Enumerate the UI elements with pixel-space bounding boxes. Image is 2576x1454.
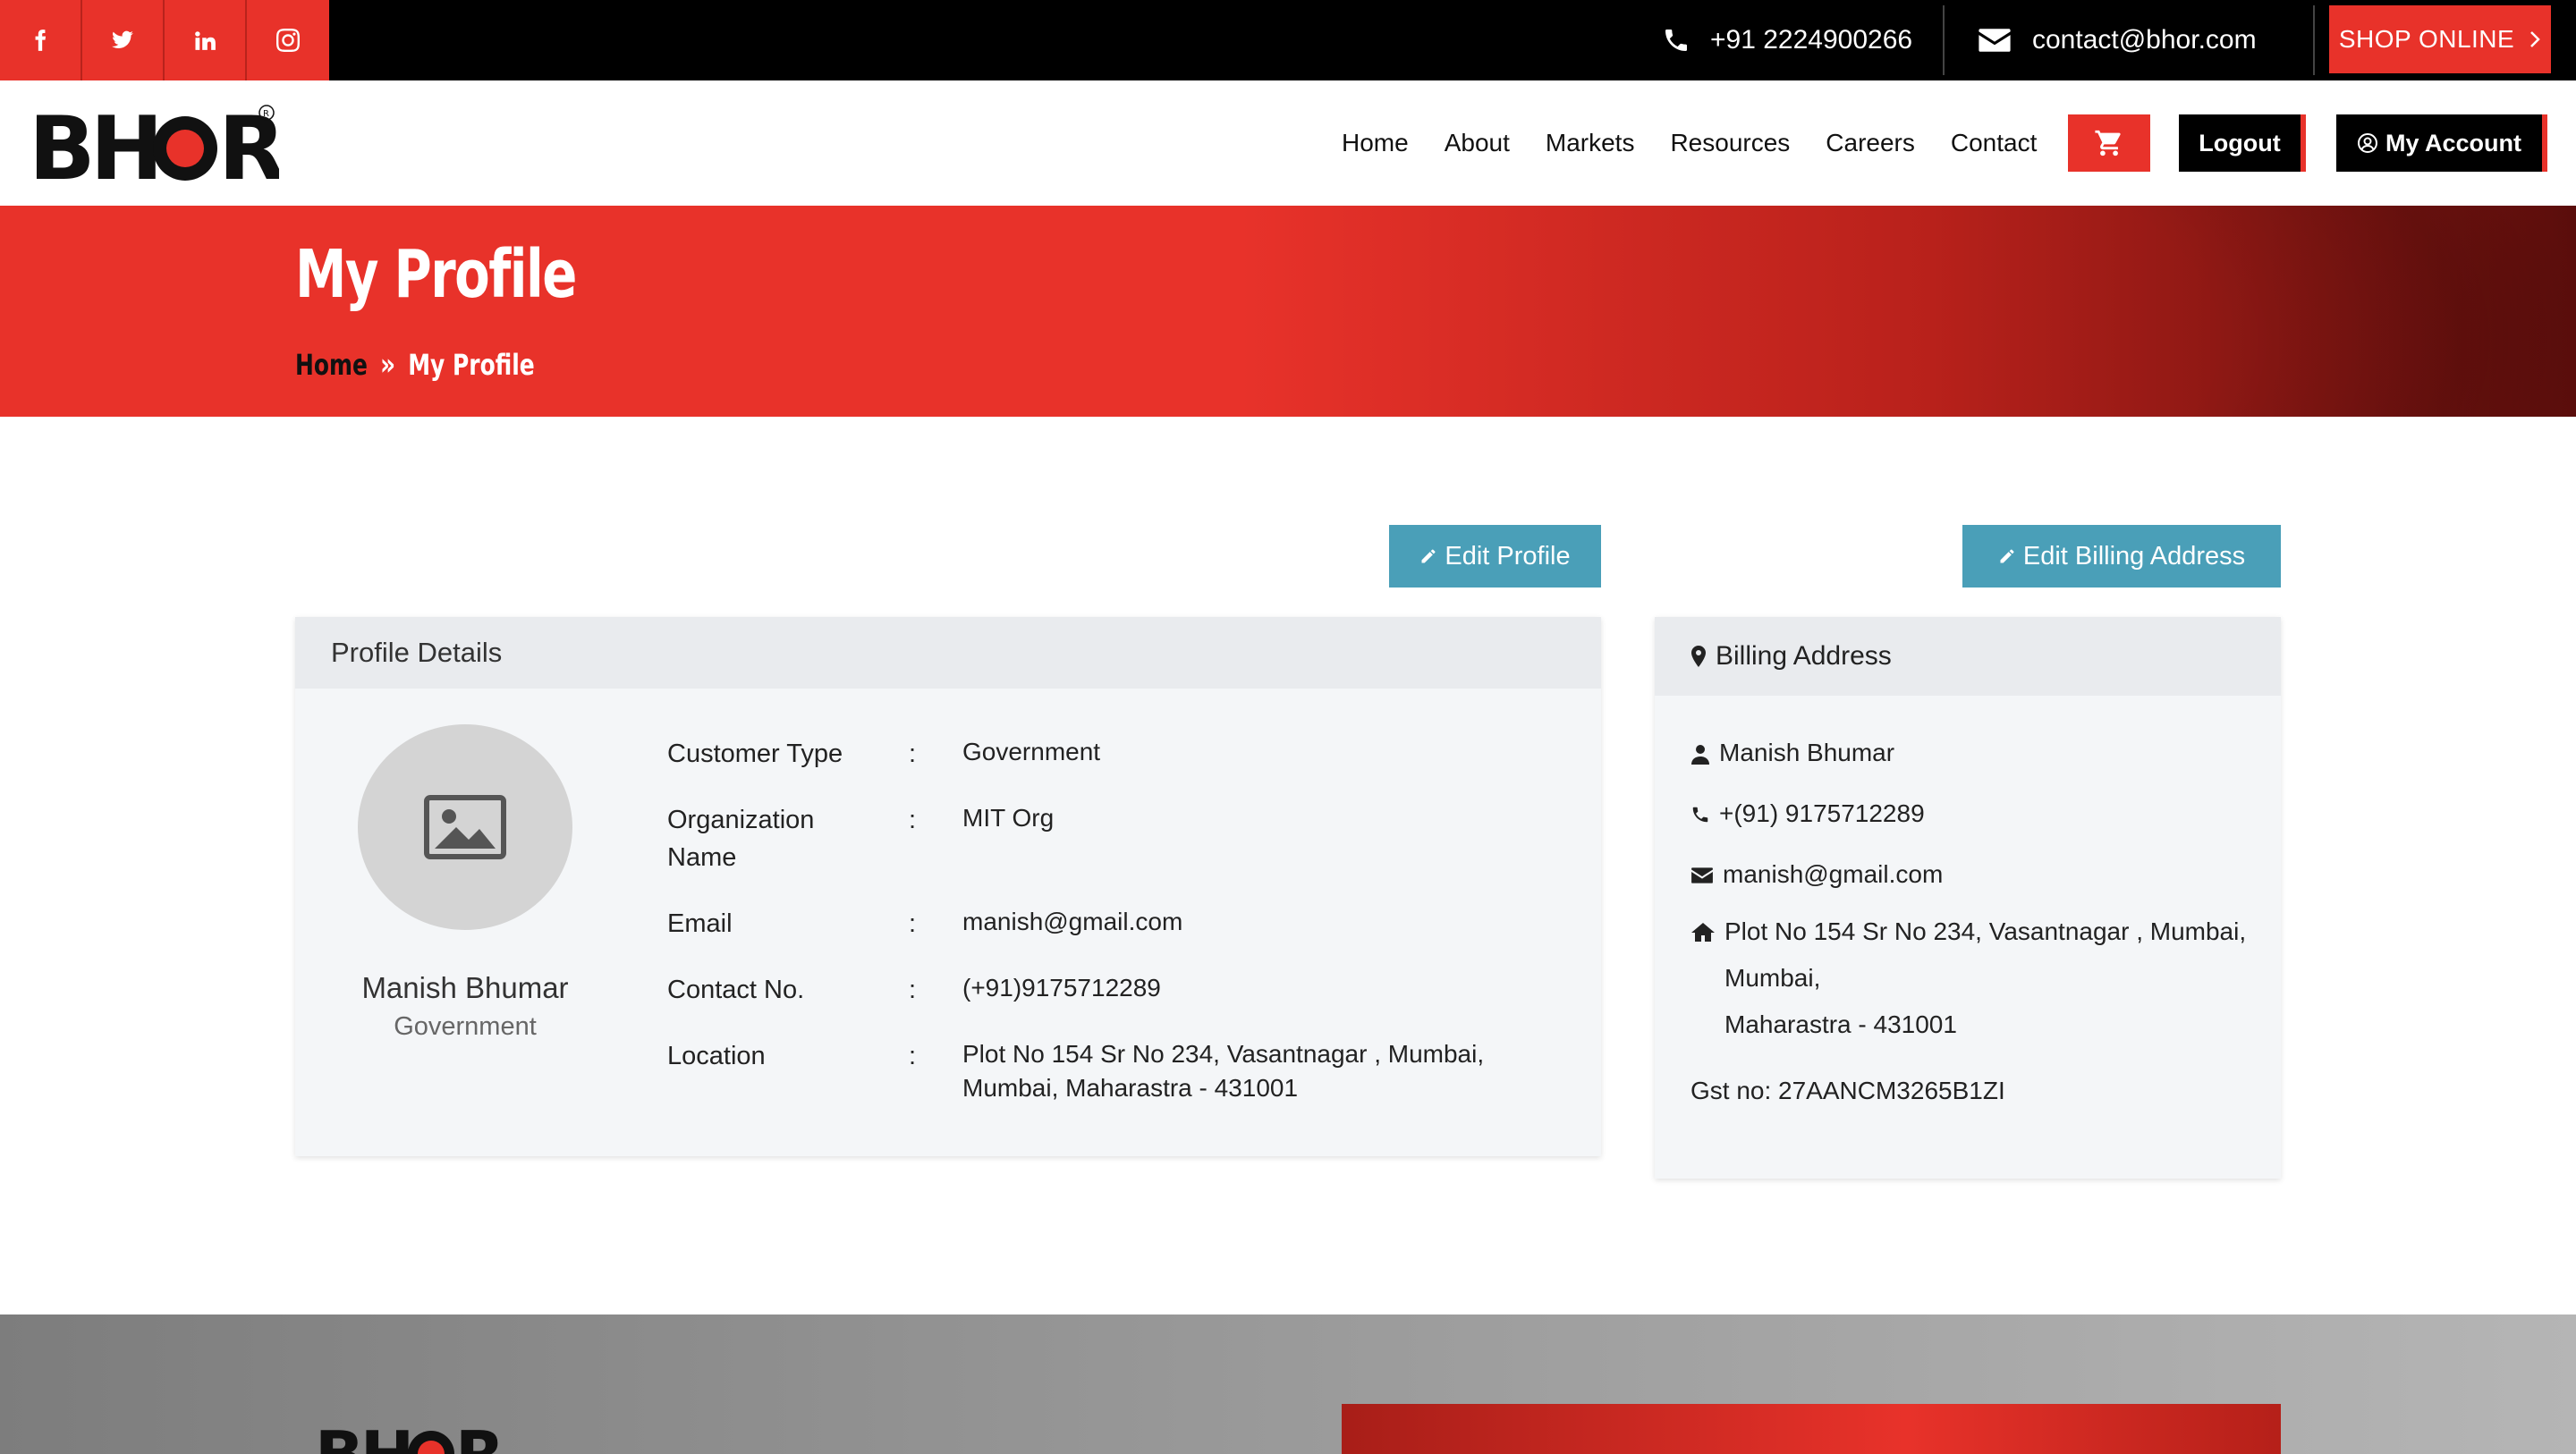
logout-button[interactable]: Logout (2179, 114, 2306, 172)
footer-bhor-logo[interactable]: BH R (315, 1420, 503, 1454)
shop-online-label: SHOP ONLINE (2338, 25, 2515, 53)
cart-icon (2095, 130, 2121, 156)
double-chevron-right-icon: » (380, 347, 396, 383)
cart-button[interactable] (2068, 114, 2150, 172)
nav-about[interactable]: About (1445, 129, 1510, 157)
billing-gst: Gst no: 27AANCM3265B1ZI (1690, 1077, 2005, 1104)
breadcrumb-current: My Profile (408, 348, 535, 382)
social-links (0, 0, 329, 80)
facebook-link[interactable] (0, 0, 82, 80)
billing-address: Plot No 154 Sr No 234, Vasantnagar , Mum… (1724, 909, 2246, 1048)
nav-careers[interactable]: Careers (1826, 129, 1915, 157)
linkedin-link[interactable] (165, 0, 247, 80)
detail-value: MIT Org (962, 804, 1055, 832)
facebook-icon (35, 30, 47, 51)
detail-label: Customer Type (667, 740, 843, 768)
breadcrumb: Home » My Profile (295, 347, 535, 383)
my-account-button[interactable]: My Account (2336, 114, 2547, 172)
detail-colon: : (909, 806, 917, 834)
detail-value: manish@gmail.com (962, 908, 1183, 935)
billing-address-row: Plot No 154 Sr No 234, Vasantnagar , Mum… (1690, 909, 2246, 1048)
svg-text:R: R (455, 1420, 503, 1454)
billing-email-row: manish@gmail.com (1690, 860, 1943, 889)
profile-name: Manish Bhumar (361, 971, 569, 1004)
avatar (358, 724, 572, 930)
billing-phone: +(91) 9175712289 (1719, 799, 1925, 827)
svg-text:R: R (218, 102, 279, 188)
top-bar: +91 2224900266 contact@bhor.com SHOP ONL… (0, 0, 2576, 80)
email-address: contact@bhor.com (2032, 25, 2257, 55)
twitter-link[interactable] (82, 0, 165, 80)
nav-resources[interactable]: Resources (1670, 129, 1790, 157)
bhor-logo[interactable]: BH R R (29, 102, 279, 188)
chevron-right-icon (2530, 31, 2540, 47)
edit-profile-label: Edit Profile (1445, 541, 1571, 571)
phone-icon (1665, 30, 1687, 51)
detail-label: Contact No. (667, 976, 805, 1004)
detail-colon: : (909, 976, 917, 1004)
my-account-label: My Account (2385, 129, 2521, 156)
profile-type: Government (394, 1012, 537, 1041)
instagram-link[interactable] (247, 0, 329, 80)
svg-text:BH: BH (29, 102, 158, 188)
topbar-divider (1943, 5, 1945, 75)
instagram-icon (276, 29, 300, 52)
home-icon (1691, 923, 1715, 942)
billing-gst-row: Gst no: 27AANCM3265B1ZI (1690, 1077, 2005, 1105)
billing-header-label: Billing Address (1716, 641, 1892, 671)
linkedin-icon (195, 31, 216, 50)
user-icon (1691, 745, 1709, 765)
pencil-icon (1421, 549, 1436, 563)
hero-decoration (1342, 206, 2576, 417)
nav-home[interactable]: Home (1342, 129, 1409, 157)
phone-icon (1692, 807, 1708, 823)
billing-address-line: Maharastra - 431001 (1724, 1010, 1957, 1038)
billing-name-row: Manish Bhumar (1690, 739, 1894, 767)
footer-banner (1342, 1404, 2281, 1454)
detail-label: Location (667, 1042, 766, 1070)
billing-address-card: Billing Address Manish Bhumar +(91) 9175… (1655, 617, 2281, 1179)
phone-number: +91 2224900266 (1710, 25, 1913, 55)
nav-links: Home About Markets Resources Careers Con… (1342, 116, 2072, 170)
billing-email: manish@gmail.com (1723, 860, 1944, 888)
main-nav: BH R R Home About Markets Resources Care… (0, 80, 2576, 206)
map-marker-icon (1691, 646, 1706, 667)
edit-profile-button[interactable]: Edit Profile (1389, 525, 1601, 588)
billing-address-header: Billing Address (1655, 617, 2281, 696)
envelope-icon (1979, 29, 2011, 52)
detail-colon: : (909, 909, 917, 938)
shop-online-button[interactable]: SHOP ONLINE (2329, 5, 2551, 73)
billing-address-line: Mumbai, (1724, 964, 1821, 992)
edit-billing-label: Edit Billing Address (2022, 541, 2246, 571)
edit-billing-address-button[interactable]: Edit Billing Address (1962, 525, 2281, 588)
envelope-icon (1691, 867, 1713, 883)
detail-value: Government (962, 738, 1101, 765)
contact-phone[interactable]: +91 2224900266 (1662, 0, 1912, 80)
svg-text:BH: BH (315, 1420, 411, 1454)
topbar-divider (2313, 5, 2315, 75)
detail-value: (+91)9175712289 (962, 974, 1161, 1002)
user-circle-icon (2357, 133, 2377, 153)
pencil-icon (2000, 549, 2014, 563)
billing-address-line: Plot No 154 Sr No 234, Vasantnagar , Mum… (1724, 917, 2247, 945)
breadcrumb-home[interactable]: Home (295, 348, 368, 382)
detail-value: Plot No 154 Sr No 234, Vasantnagar , Mum… (962, 1040, 1485, 1102)
twitter-icon (112, 30, 133, 48)
nav-contact[interactable]: Contact (1951, 129, 2038, 157)
detail-label: Organization Name (667, 806, 815, 872)
page-hero: My Profile Home » My Profile (0, 206, 2576, 417)
footer: BH R (0, 1315, 2576, 1454)
profile-details-card: Profile Details Manish Bhumar Government… (295, 617, 1601, 1156)
contact-email[interactable]: contact@bhor.com (1977, 0, 2257, 80)
detail-colon: : (909, 1042, 917, 1070)
page-title: My Profile (295, 236, 577, 313)
detail-colon: : (909, 740, 917, 768)
billing-name: Manish Bhumar (1719, 739, 1895, 766)
detail-label: Email (667, 909, 733, 938)
nav-markets[interactable]: Markets (1546, 129, 1635, 157)
svg-text:R: R (263, 109, 269, 119)
image-placeholder-icon (424, 795, 506, 859)
billing-phone-row: +(91) 9175712289 (1690, 799, 1925, 828)
profile-details-header: Profile Details (295, 617, 1601, 689)
